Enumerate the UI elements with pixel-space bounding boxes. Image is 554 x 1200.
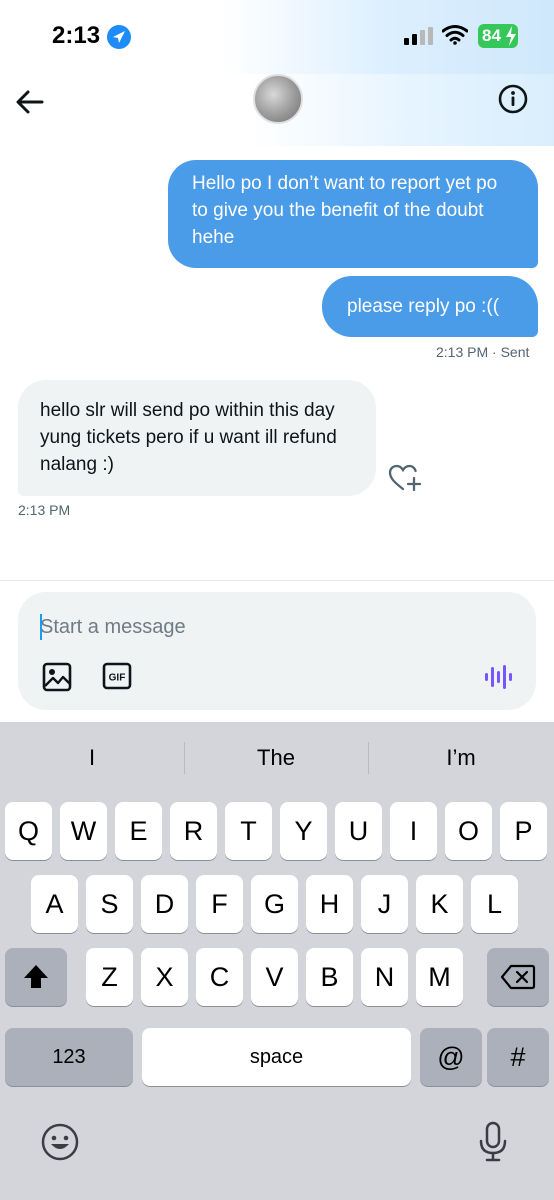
voice-wave-icon[interactable] [483, 662, 513, 692]
key-i[interactable]: I [390, 802, 437, 860]
backspace-key[interactable] [487, 948, 549, 1006]
key-h[interactable]: H [306, 875, 353, 933]
signal-icon [404, 27, 434, 45]
key-l[interactable]: L [471, 875, 518, 933]
suggestion-bar: I The I’m [0, 736, 554, 780]
charging-bolt-icon [505, 26, 517, 46]
key-r[interactable]: R [170, 802, 217, 860]
key-p[interactable]: P [500, 802, 547, 860]
space-key[interactable]: space [142, 1028, 411, 1086]
microphone-icon[interactable] [478, 1120, 508, 1164]
image-icon[interactable] [42, 662, 72, 692]
key-o[interactable]: O [445, 802, 492, 860]
key-g[interactable]: G [251, 875, 298, 933]
avatar[interactable] [253, 74, 303, 124]
key-c[interactable]: C [196, 948, 243, 1006]
gif-icon[interactable]: GIF [102, 662, 132, 690]
sent-timestamp: 2:13 PM · Sent [436, 344, 530, 360]
wifi-icon [441, 25, 469, 45]
text-caret [40, 614, 42, 640]
shift-key[interactable] [5, 948, 67, 1006]
key-v[interactable]: V [251, 948, 298, 1006]
key-q[interactable]: Q [5, 802, 52, 860]
key-y[interactable]: Y [280, 802, 327, 860]
key-s[interactable]: S [86, 875, 133, 933]
gif-label: GIF [109, 673, 126, 684]
battery-level: 84 [482, 26, 501, 45]
message-composer: GIF [18, 592, 536, 710]
received-message[interactable]: hello slr will send po within this day y… [18, 380, 376, 496]
key-m[interactable]: M [416, 948, 463, 1006]
emoji-icon[interactable] [40, 1122, 80, 1162]
key-k[interactable]: K [416, 875, 463, 933]
key-u[interactable]: U [335, 802, 382, 860]
location-arrow-icon [107, 25, 131, 49]
suggestion-item[interactable]: The [184, 736, 368, 780]
conversation-header [0, 74, 554, 146]
key-a[interactable]: A [31, 875, 78, 933]
sent-message[interactable]: please reply po :(( [322, 276, 538, 337]
numbers-key[interactable]: 123 [5, 1028, 133, 1086]
suggestion-item[interactable]: I’m [368, 736, 554, 780]
shift-icon [24, 965, 48, 988]
key-d[interactable]: D [141, 875, 188, 933]
key-f[interactable]: F [196, 875, 243, 933]
status-bar: 2:13 84 [0, 0, 554, 74]
key-n[interactable]: N [361, 948, 408, 1006]
received-timestamp: 2:13 PM [18, 502, 71, 518]
key-j[interactable]: J [361, 875, 408, 933]
key-e[interactable]: E [115, 802, 162, 860]
divider [0, 580, 554, 581]
status-time: 2:13 [52, 22, 101, 49]
key-b[interactable]: B [306, 948, 353, 1006]
backspace-icon [500, 964, 536, 990]
info-icon[interactable] [498, 84, 528, 114]
suggestion-item[interactable]: I [0, 736, 184, 780]
heart-plus-icon[interactable] [388, 463, 422, 493]
message-input[interactable] [40, 612, 480, 642]
key-x[interactable]: X [141, 948, 188, 1006]
key-z[interactable]: Z [86, 948, 133, 1006]
sent-message[interactable]: Hello po I don’t want to report yet po t… [168, 160, 538, 268]
keyboard: I The I’m Q W E R T Y U I O P A S D F G … [0, 722, 554, 1200]
at-key[interactable]: @ [420, 1028, 482, 1086]
key-w[interactable]: W [60, 802, 107, 860]
key-t[interactable]: T [225, 802, 272, 860]
hash-key[interactable]: # [487, 1028, 549, 1086]
back-arrow-icon[interactable] [14, 86, 46, 118]
